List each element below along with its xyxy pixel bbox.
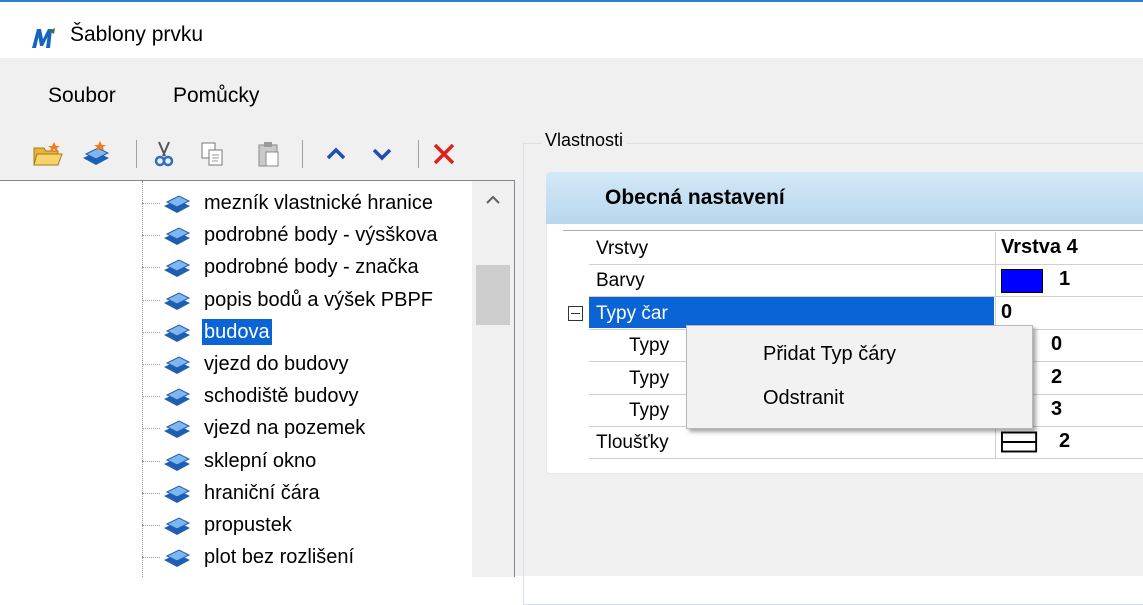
property-value: 3 [1051, 398, 1063, 420]
column-divider [995, 264, 996, 297]
toolbar [0, 130, 515, 180]
menu-pomucky[interactable]: Pomůcky [173, 84, 259, 108]
property-value: 0 [1001, 300, 1013, 323]
title-bar: Šablony prvku [0, 2, 1143, 58]
template-layer-icon [164, 453, 191, 471]
property-value: 2 [1051, 365, 1063, 388]
section-title: Obecná nastavení [605, 186, 785, 209]
column-divider [995, 232, 996, 264]
context-menu: Přidat Typ čáry Odstranit [686, 325, 1033, 429]
tree-connector-line [142, 299, 160, 301]
open-folder-icon[interactable] [32, 138, 64, 170]
app-logo-icon [32, 28, 55, 48]
tree-connector-line [142, 525, 160, 526]
tree-connector-line [142, 203, 160, 204]
tree-item[interactable]: sklepní okno [142, 445, 472, 477]
tree-item[interactable]: budova [142, 316, 472, 348]
delete-icon[interactable] [428, 138, 460, 170]
toolbar-separator [136, 140, 137, 168]
template-layer-icon [164, 388, 191, 407]
tree-item-label: hraniční čára [204, 481, 320, 504]
tree-item-label: sklepní okno [204, 449, 317, 472]
property-name: Typy [629, 335, 670, 357]
context-menu-item-remove[interactable]: Odstranit [763, 387, 844, 410]
template-layer-icon [164, 420, 191, 439]
property-value: Vrstva 4 [1001, 236, 1078, 258]
tree-item[interactable]: mezník vlastnické hranice [142, 187, 472, 219]
template-layer-icon [164, 259, 191, 278]
tree-item-label: podrobné body - značka [204, 256, 419, 279]
color-swatch [1001, 269, 1043, 294]
property-row[interactable]: Tloušťky 2 [589, 426, 1143, 460]
menu-soubor[interactable]: Soubor [48, 84, 116, 108]
template-layer-icon [164, 485, 191, 503]
tree-item[interactable]: popis bodů a výšek PBPF [142, 284, 472, 316]
property-grid-gutter [563, 231, 589, 469]
tree-item-label: vjezd do budovy [204, 353, 349, 375]
property-value: 1 [1059, 268, 1071, 291]
tree-item[interactable]: podrobné body - značka [142, 251, 472, 283]
property-name: Barvy [596, 270, 645, 292]
tree-item-label: mezník vlastnické hranice [204, 192, 433, 214]
tree-connector-line [142, 460, 160, 462]
property-name: Tloušťky [596, 432, 669, 454]
property-name: Typy čar [596, 302, 668, 324]
properties-group-title: Vlastnosti [541, 130, 628, 151]
tree-item[interactable]: schodiště budovy [142, 380, 472, 412]
template-layer-icon [164, 195, 191, 213]
collapse-toggle-icon[interactable] [568, 306, 583, 321]
tree-item[interactable]: hraniční čára [142, 477, 472, 509]
new-template-icon[interactable] [80, 138, 112, 170]
cut-icon[interactable] [148, 138, 180, 170]
move-up-icon[interactable] [320, 138, 352, 170]
tree-connector-line [142, 364, 160, 365]
toolbar-separator [418, 140, 419, 168]
tree-connector-line [142, 235, 160, 237]
tree-item-label: popis bodů a výšek PBPF [204, 288, 434, 311]
template-tree[interactable]: mezník vlastnické hranice podrobné body -… [0, 180, 515, 577]
tree-item[interactable]: plot bez rozlišení [142, 541, 472, 573]
move-down-icon[interactable] [366, 138, 398, 170]
tree-scrollbar[interactable] [472, 181, 514, 577]
property-name: Typy [629, 400, 670, 421]
tree-item-label: plot bez rozlišení [204, 546, 355, 569]
property-row[interactable]: Barvy 1 [589, 264, 1143, 298]
tree-connector-line [142, 396, 160, 398]
template-layer-icon [164, 292, 191, 310]
template-layer-icon [164, 549, 191, 568]
tree-item[interactable]: propustek [142, 509, 472, 541]
tree-connector-line [142, 267, 160, 269]
tree-connector-line [142, 428, 160, 430]
template-layer-icon [164, 227, 191, 246]
toolbar-separator [302, 140, 303, 168]
tree-item[interactable]: vjezd na pozemek [142, 412, 472, 444]
tree-connector-line [142, 331, 160, 333]
template-layer-icon [164, 324, 191, 342]
copy-icon[interactable] [196, 138, 228, 170]
window-title: Šablony prvku [70, 23, 204, 46]
property-row[interactable]: Vrstvy Vrstva 4 [589, 232, 1143, 265]
tree-item-label: podrobné body - výsškova [204, 224, 438, 247]
context-menu-item-add-line-type[interactable]: Přidat Typ čáry [763, 343, 896, 366]
tree-item-label: propustek [204, 514, 292, 536]
property-value: 2 [1059, 430, 1071, 453]
tree-item[interactable]: vjezd do budovy [142, 348, 472, 380]
line-width-icon [1001, 431, 1038, 453]
tree-connector-line [142, 557, 160, 559]
tree-item-label: schodiště budovy [204, 385, 359, 408]
template-layer-icon [164, 356, 191, 374]
property-name: Typy [629, 367, 670, 389]
property-name: Vrstvy [596, 238, 649, 259]
property-value: 0 [1051, 333, 1063, 356]
column-divider [995, 426, 996, 459]
paste-icon[interactable] [252, 138, 284, 170]
scroll-thumb[interactable] [476, 265, 510, 325]
tree-connector-line [142, 492, 160, 494]
tree-item-label: vjezd na pozemek [204, 417, 366, 440]
tree-item[interactable]: podrobné body - výsškova [142, 219, 472, 251]
column-divider [995, 296, 996, 329]
template-layer-icon [164, 517, 191, 535]
tree-item-label: budova [202, 318, 272, 345]
scroll-up-arrow-icon[interactable] [482, 189, 504, 211]
